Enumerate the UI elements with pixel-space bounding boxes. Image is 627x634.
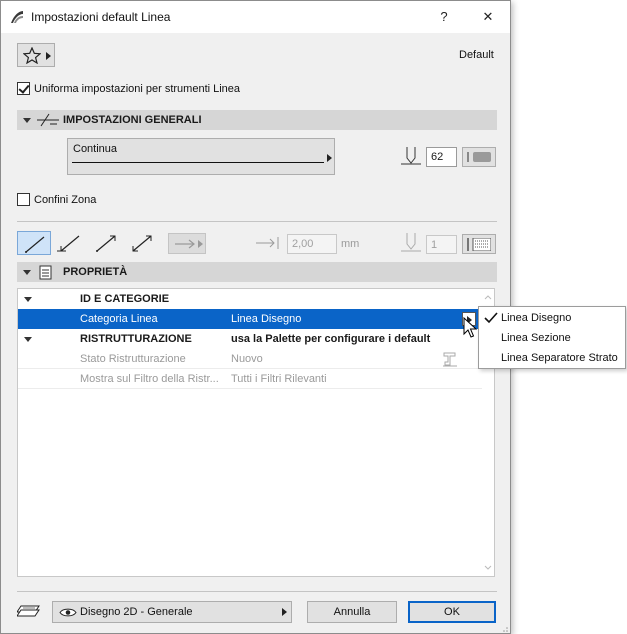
pen-number-field[interactable]: 62 (426, 147, 457, 167)
zone-boundaries-label: Confini Zona (34, 194, 97, 206)
line-settings-icon (37, 113, 59, 127)
property-value: Nuovo (231, 353, 263, 365)
chevron-right-icon (327, 154, 332, 162)
arrow-right-icon (175, 239, 195, 249)
property-value: Linea Disegno (231, 313, 302, 325)
ok-button[interactable]: OK (408, 601, 496, 623)
properties-title: PROPRIETÀ (63, 266, 128, 278)
pen-icon (401, 147, 421, 165)
cancel-button[interactable]: Annulla (307, 601, 397, 623)
eye-icon (59, 608, 77, 617)
renovation-icon (443, 352, 457, 367)
general-settings-title: IMPOSTAZIONI GENERALI (63, 114, 202, 126)
collapse-triangle-icon (24, 297, 32, 302)
arrow-type-button[interactable] (168, 233, 206, 254)
group-title: ID E CATEGORIE (80, 293, 170, 305)
layer-icon (17, 605, 40, 617)
dropdown-item-drawing-line[interactable]: Linea Disegno (501, 312, 571, 324)
properties-document-icon (39, 265, 52, 280)
chevron-right-icon (46, 52, 51, 60)
help-button[interactable]: ? (431, 7, 457, 27)
arrow-size-icon (256, 237, 279, 249)
scroll-up-icon[interactable] (484, 294, 492, 300)
group-title: RISTRUTTURAZIONE (80, 333, 192, 345)
default-label: Default (459, 49, 494, 61)
title-bar: Impostazioni default Linea ? ✕ (1, 1, 510, 33)
dropdown-item-layer-separator-line[interactable]: Linea Separatore Strato (501, 352, 618, 364)
table-row-renovation-status[interactable]: Stato Ristrutturazione Nuovo (18, 349, 482, 369)
uniform-settings-label: Uniforma impostazioni per strumenti Line… (34, 83, 241, 95)
line-type-preview (72, 162, 324, 163)
table-row-renovation-filter[interactable]: Mostra sul Filtro della Ristr... Tutti i… (18, 369, 482, 389)
chevron-right-icon (198, 240, 203, 248)
arrow-end-tool[interactable] (89, 231, 123, 255)
arrow-pen-icon (401, 233, 421, 252)
star-icon (23, 47, 41, 64)
property-name: Categoria Linea (80, 313, 158, 325)
group-row-id-categories[interactable]: ID E CATEGORIE (18, 289, 482, 309)
favorites-button[interactable] (17, 43, 55, 67)
chevron-right-icon (282, 608, 287, 616)
resize-grip-icon[interactable] (497, 621, 509, 633)
uniform-settings-checkbox[interactable] (17, 82, 30, 95)
mouse-cursor-icon (463, 317, 477, 338)
pen-color-button[interactable] (462, 147, 496, 167)
arrow-size-field[interactable]: 2,00 (287, 234, 337, 254)
group-note: usa la Palette per configurare i default (231, 333, 431, 345)
layer-selector[interactable]: Disegno 2D - Generale (52, 601, 292, 623)
window-title: Impostazioni default Linea (31, 10, 171, 24)
arrow-size-unit: mm (341, 238, 360, 250)
single-line-tool[interactable] (17, 231, 51, 255)
group-row-renovation[interactable]: RISTRUTTURAZIONE usa la Palette per conf… (18, 329, 482, 349)
line-type-selector[interactable]: Continua (67, 138, 335, 175)
general-settings-header[interactable]: IMPOSTAZIONI GENERALI (17, 110, 497, 130)
property-name: Stato Ristrutturazione (80, 353, 186, 365)
collapse-triangle-icon (23, 270, 31, 275)
properties-header[interactable]: PROPRIETÀ (17, 262, 497, 282)
collapse-triangle-icon (23, 118, 31, 123)
line-type-label: Continua (73, 143, 118, 155)
zone-boundaries-checkbox[interactable] (17, 193, 30, 206)
arrow-both-tool[interactable] (125, 231, 159, 255)
layer-name: Disegno 2D - Generale (80, 606, 193, 618)
divider (17, 591, 497, 592)
property-name: Mostra sul Filtro della Ristr... (80, 373, 219, 385)
arrow-pen-pattern-button[interactable] (462, 234, 496, 254)
scroll-down-icon[interactable] (484, 565, 492, 571)
dialog-window: Impostazioni default Linea ? ✕ Default U… (0, 0, 511, 634)
collapse-triangle-icon (24, 337, 32, 342)
archicad-logo-icon (9, 9, 25, 25)
arrow-start-tool[interactable] (53, 231, 87, 255)
property-value: Tutti i Filtri Rilevanti (231, 373, 327, 385)
arrow-pen-field[interactable]: 1 (426, 235, 457, 254)
table-row-line-category[interactable]: Categoria Linea Linea Disegno (18, 309, 482, 329)
checkmark-icon (484, 312, 498, 324)
close-button[interactable]: ✕ (475, 7, 501, 27)
category-dropdown-menu: Linea Disegno Linea Sezione Linea Separa… (478, 306, 626, 369)
properties-table: ID E CATEGORIE Categoria Linea Linea Dis… (17, 288, 495, 577)
divider (17, 221, 497, 222)
dropdown-item-section-line[interactable]: Linea Sezione (501, 332, 571, 344)
